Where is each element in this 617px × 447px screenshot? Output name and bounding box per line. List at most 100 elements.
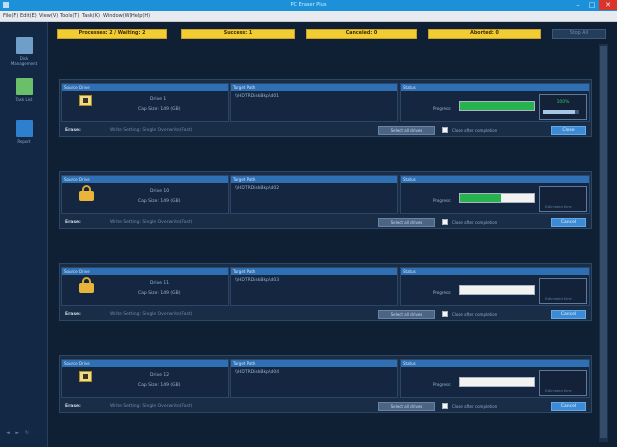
estimated-time-label: Estimated time: [545, 205, 572, 209]
mini-progress-fill: [543, 110, 576, 114]
target-pane: Target Path \\HDTRDiskBkp\d01: [230, 83, 398, 122]
task-card: Source Drive Drive 10 Cap Size: 149 (GB)…: [59, 171, 592, 229]
progress-label: Progress:: [433, 198, 452, 203]
status-header: Status: [401, 360, 589, 367]
sidebar-footer-controls[interactable]: ◄ ► ↻: [6, 430, 31, 436]
close-after-completion-checkbox[interactable]: [442, 127, 448, 133]
sidebar-item-disk-management[interactable]: Disk Management: [6, 37, 42, 66]
sidebar-item-report[interactable]: Report: [6, 120, 42, 144]
source-header: Source Drive: [62, 360, 228, 367]
menu-file[interactable]: File(F): [3, 13, 18, 19]
close-after-completion-label: Close after completion: [452, 128, 498, 133]
select-all-drives-button[interactable]: Select all drives: [378, 310, 435, 319]
menu-tools[interactable]: Tools(T): [60, 13, 79, 19]
progress-fill: [460, 194, 501, 202]
sidebar-item-task-list[interactable]: Task List: [6, 78, 42, 102]
sidebar-item-label: Disk Management: [10, 56, 38, 66]
close-after-completion-checkbox[interactable]: [442, 219, 448, 225]
progress-label: Progress:: [433, 290, 452, 295]
sidebar-item-label: Report: [17, 139, 31, 144]
progress-bar: [459, 285, 535, 295]
status-pane: Status Progress: 100%: [400, 83, 590, 122]
success-status: Success: 1: [181, 29, 295, 39]
close-after-completion-checkbox[interactable]: [442, 403, 448, 409]
close-after-completion-label: Close after completion: [452, 404, 498, 409]
source-header: Source Drive: [62, 84, 228, 91]
menu-edit[interactable]: Edit(E): [20, 13, 37, 19]
target-header: Target Path: [231, 176, 397, 183]
app-window: PC Eraser Plus – □ ✕ File(F) Edit(E) Vie…: [0, 0, 617, 447]
target-path: \\HDTRDiskBkp\d01: [235, 94, 280, 99]
estimated-time-label: Estimated time: [545, 297, 572, 301]
status-pane: Status Progress: Estimated time: [400, 267, 590, 306]
sidebar: Disk Management Task List Report ◄ ► ↻: [0, 22, 48, 447]
menu-view[interactable]: View(V): [39, 13, 58, 19]
vertical-scrollbar[interactable]: [599, 44, 608, 442]
drive-name: Drive 11: [150, 281, 170, 286]
select-all-drives-button[interactable]: Select all drives: [378, 218, 435, 227]
time-indicator: Estimated time: [539, 186, 587, 212]
mini-progress-track: [543, 110, 579, 114]
task-close-button[interactable]: Close: [551, 126, 586, 135]
progress-label: Progress:: [433, 382, 452, 387]
target-path: \\HDTRDiskBkp\d04: [235, 370, 280, 375]
select-all-drives-button[interactable]: Select all drives: [378, 126, 435, 135]
progress-fill: [460, 102, 534, 110]
source-pane: Source Drive Drive 11 Cap Size: 149 (GB): [61, 267, 229, 306]
menu-task[interactable]: Task(K): [82, 13, 100, 19]
progress-bar: [459, 377, 535, 387]
lock-icon: [79, 277, 94, 293]
status-header: Status: [401, 84, 589, 91]
completion-percent: 100%: [556, 100, 570, 105]
menu-help[interactable]: Help(H): [131, 13, 150, 19]
disk-icon: [79, 95, 92, 106]
target-header: Target Path: [231, 360, 397, 367]
source-pane: Source Drive Drive 10 Cap Size: 149 (GB): [61, 175, 229, 214]
erase-mode: Write Setting: Single Overwrite(Fast): [110, 128, 193, 133]
task-list-icon: [15, 78, 33, 95]
estimated-time-label: Estimated time: [545, 389, 572, 393]
erase-label: Erase:: [65, 404, 81, 409]
progress-bar: [459, 101, 535, 111]
drive-capacity: Cap Size: 149 (GB): [138, 107, 181, 112]
close-button[interactable]: ✕: [599, 0, 617, 10]
maximize-button[interactable]: □: [585, 0, 599, 10]
stop-all-button[interactable]: Stop All: [552, 29, 606, 39]
drive-name: Drive 12: [150, 373, 170, 378]
task-card: Source Drive Drive 11 Cap Size: 149 (GB)…: [59, 263, 592, 321]
target-header: Target Path: [231, 84, 397, 91]
source-pane: Source Drive Drive 12 Cap Size: 149 (GB): [61, 359, 229, 398]
status-header: Status: [401, 268, 589, 275]
target-pane: Target Path \\HDTRDiskBkp\d02: [230, 175, 398, 214]
time-indicator: 100%: [539, 94, 587, 120]
task-cancel-button[interactable]: Cancel: [551, 402, 586, 411]
report-icon: [15, 120, 33, 137]
canceled-status: Canceled: 0: [306, 29, 417, 39]
scrollbar-thumb[interactable]: [600, 46, 607, 438]
target-pane: Target Path \\HDTRDiskBkp\d04: [230, 359, 398, 398]
task-card: Source Drive Drive 12 Cap Size: 149 (GB)…: [59, 355, 592, 413]
source-pane: Source Drive Drive 1 Cap Size: 149 (GB): [61, 83, 229, 122]
drive-capacity: Cap Size: 149 (GB): [138, 291, 181, 296]
minimize-button[interactable]: –: [571, 0, 585, 10]
task-cancel-button[interactable]: Cancel: [551, 310, 586, 319]
menu-window[interactable]: Window(W): [103, 13, 132, 19]
target-path: \\HDTRDiskBkp\d03: [235, 278, 280, 283]
drive-capacity: Cap Size: 149 (GB): [138, 199, 181, 204]
erase-mode: Write Setting: Single Overwrite(Fast): [110, 220, 193, 225]
erase-label: Erase:: [65, 220, 81, 225]
disk-management-icon: [15, 37, 33, 54]
status-pane: Status Progress: Estimated time: [400, 175, 590, 214]
window-title: PC Eraser Plus: [290, 2, 327, 8]
menu-bar: File(F) Edit(E) View(V) Tools(T) Task(K)…: [0, 11, 617, 22]
task-cancel-button[interactable]: Cancel: [551, 218, 586, 227]
target-pane: Target Path \\HDTRDiskBkp\d03: [230, 267, 398, 306]
task-card: Source Drive Drive 1 Cap Size: 149 (GB) …: [59, 79, 592, 137]
close-after-completion-checkbox[interactable]: [442, 311, 448, 317]
aborted-status: Aborted: 0: [428, 29, 541, 39]
status-pane: Status Progress: Estimated time: [400, 359, 590, 398]
select-all-drives-button[interactable]: Select all drives: [378, 402, 435, 411]
drive-name: Drive 1: [150, 97, 167, 102]
disk-icon: [79, 371, 92, 382]
drive-capacity: Cap Size: 149 (GB): [138, 383, 181, 388]
